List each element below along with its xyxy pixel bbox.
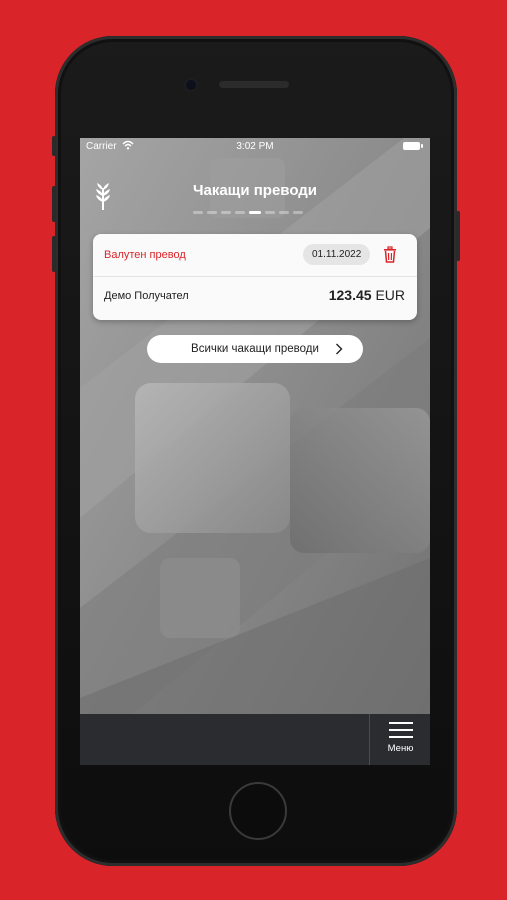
front-camera [186, 80, 196, 90]
transfer-date-badge: 01.11.2022 [303, 244, 371, 265]
page-dot[interactable] [293, 211, 303, 214]
battery-icon [403, 142, 423, 150]
earpiece-speaker [219, 81, 289, 88]
trash-icon[interactable] [383, 246, 397, 263]
power-button [456, 211, 460, 261]
menu-label: Меню [387, 743, 414, 754]
page-dot[interactable] [279, 211, 289, 214]
transfer-amount: 123.45 EUR [329, 287, 405, 303]
app-screen: Carrier 3:02 PM Чакащи преводи Валутен п… [80, 138, 430, 765]
pending-transfer-card[interactable]: Валутен превод 01.11.2022 Демо Получател… [93, 234, 417, 320]
recipient-name: Демо Получател [104, 290, 189, 302]
status-bar: Carrier 3:02 PM [80, 138, 430, 156]
page-dot[interactable] [207, 211, 217, 214]
all-pending-transfers-label: Всички чакащи преводи [191, 343, 319, 355]
page-dot[interactable] [265, 211, 275, 214]
page-dot[interactable] [221, 211, 231, 214]
mute-switch [52, 136, 56, 156]
volume-down-button [52, 236, 56, 272]
menu-button[interactable]: Меню [369, 714, 430, 765]
page-indicator[interactable] [193, 211, 303, 214]
home-button[interactable] [229, 782, 287, 840]
all-pending-transfers-button[interactable]: Всички чакащи преводи [147, 335, 363, 363]
page-dot[interactable] [193, 211, 203, 214]
page-dot[interactable] [235, 211, 245, 214]
transfer-type: Валутен превод [104, 249, 186, 261]
chevron-right-icon [336, 343, 343, 355]
clock: 3:02 PM [236, 141, 274, 152]
transfer-card-header: Валутен превод 01.11.2022 [93, 234, 417, 277]
amount-currency: EUR [375, 287, 405, 303]
page-dot-active[interactable] [249, 211, 261, 214]
hamburger-icon [389, 722, 413, 738]
volume-up-button [52, 186, 56, 222]
page-title: Чакащи преводи [192, 182, 318, 199]
background-pattern [80, 138, 430, 765]
amount-value: 123.45 [328, 287, 372, 303]
